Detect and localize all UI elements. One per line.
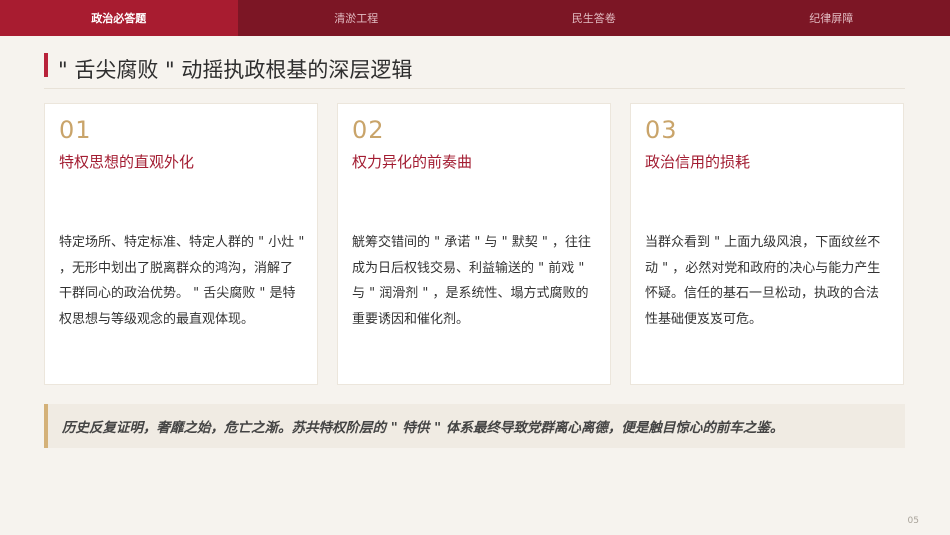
card-power-alienation: 02 权力异化的前奏曲 觥筹交错间的 " 承诺 " 与 " 默契 " ，往往成为… (337, 103, 611, 385)
card-heading: 权力异化的前奏曲 (352, 153, 473, 171)
title-accent-bar (44, 53, 48, 77)
page-number: 05 (907, 516, 919, 526)
card-body-text: 觥筹交错间的 " 承诺 " 与 " 默契 " ，往往成为日后权钱交易、利益输送的… (352, 235, 591, 327)
tab-discipline-barrier[interactable]: 纪律屏障 (713, 0, 950, 36)
card-political-credit: 03 政治信用的损耗 当群众看到 " 上面九级风浪，下面纹丝不动 " ，必然对党… (630, 103, 904, 385)
tab-livelihood-answers[interactable]: 民生答卷 (475, 0, 713, 36)
tab-cleanup-project[interactable]: 清淤工程 (238, 0, 476, 36)
summary-quote-text: 历史反复证明，奢靡之始，危亡之渐。苏共特权阶层的 " 特供 " 体系最终导致党群… (62, 420, 784, 436)
page-title: " 舌尖腐败 " 动摇执政根基的深层逻辑 (58, 58, 413, 82)
card-number: 02 (352, 116, 385, 144)
top-tab-bar: 政治必答题 清淤工程 民生答卷 纪律屏障 (0, 0, 950, 36)
summary-quote-box: 历史反复证明，奢靡之始，危亡之渐。苏共特权阶层的 " 特供 " 体系最终导致党群… (44, 404, 905, 448)
tab-political-questions[interactable]: 政治必答题 (0, 0, 238, 36)
card-body-text: 当群众看到 " 上面九级风浪，下面纹丝不动 " ，必然对党和政府的决心与能力产生… (645, 235, 881, 327)
card-number: 01 (59, 116, 92, 144)
card-heading: 政治信用的损耗 (645, 153, 751, 171)
card-heading: 特权思想的直观外化 (59, 153, 195, 171)
card-number: 03 (645, 116, 678, 144)
title-divider (44, 88, 905, 89)
card-body-text: 特定场所、特定标准、特定人群的 " 小灶 " ，无形中划出了脱离群众的鸿沟，消解… (59, 235, 305, 327)
card-privilege-thinking: 01 特权思想的直观外化 特定场所、特定标准、特定人群的 " 小灶 " ，无形中… (44, 103, 318, 385)
